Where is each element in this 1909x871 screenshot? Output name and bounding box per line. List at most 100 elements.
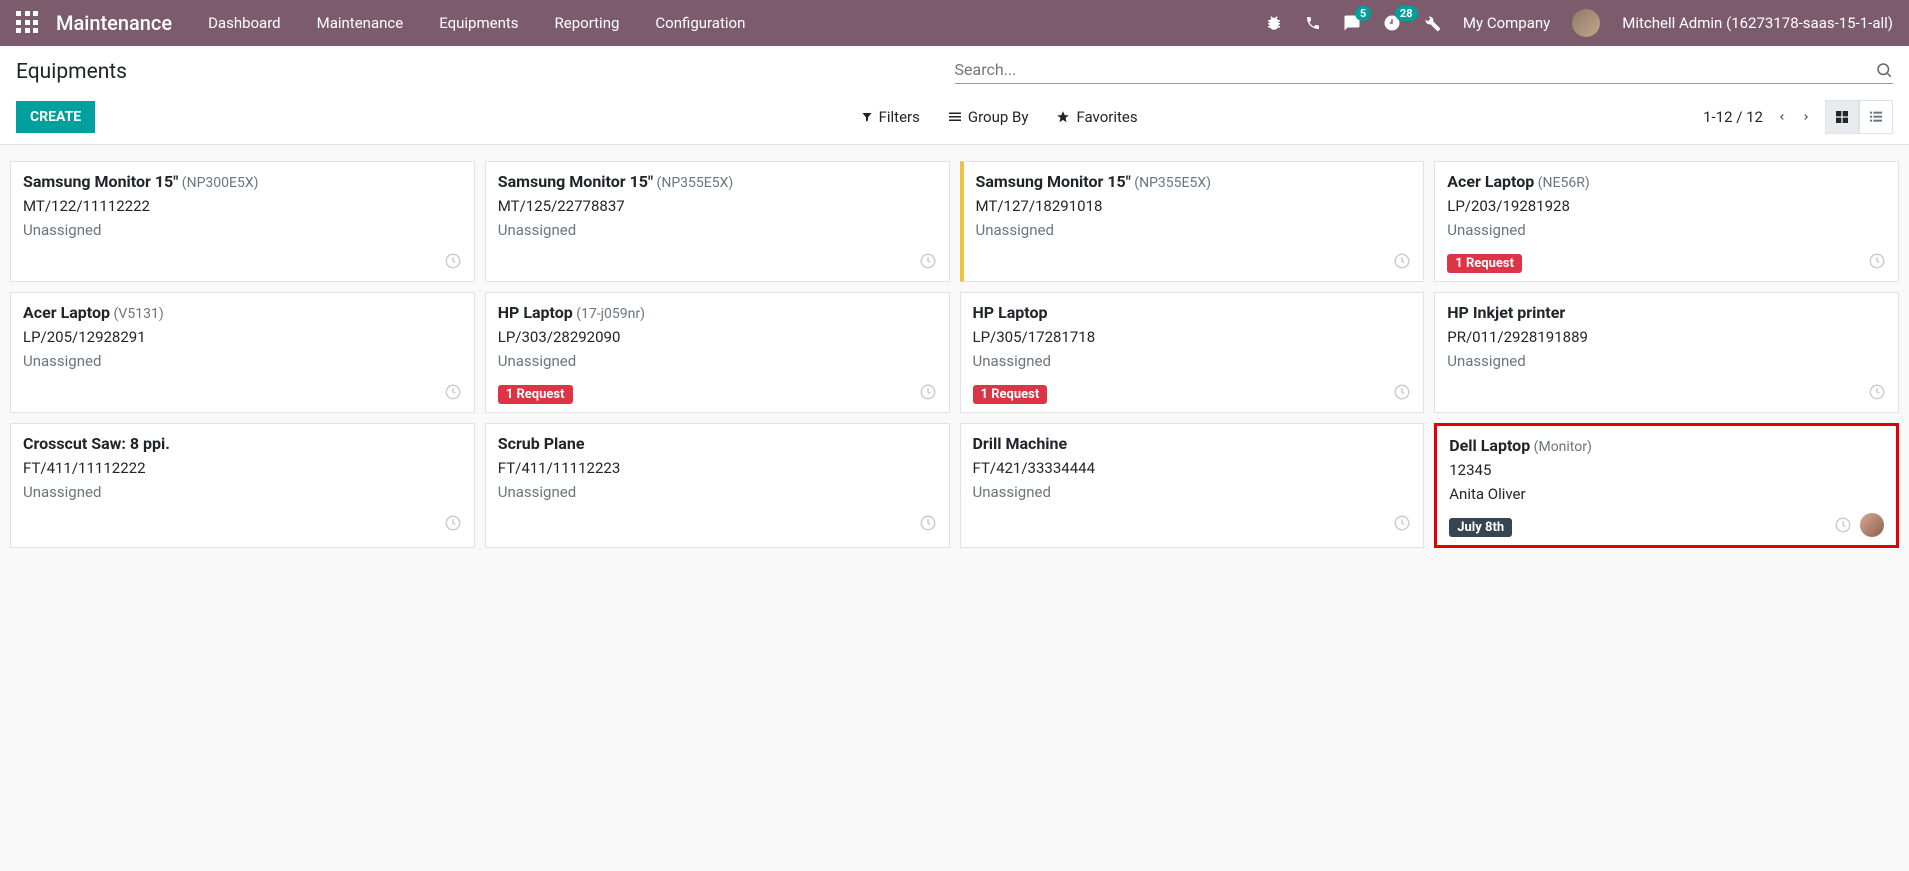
card-assignee: Unassigned (23, 221, 462, 239)
card-footer (498, 511, 937, 535)
activity-clock-icon[interactable] (1393, 252, 1411, 270)
card-title: HP Inkjet printer (1447, 303, 1886, 322)
activity-clock-icon[interactable] (444, 252, 462, 270)
page-title: Equipments (16, 60, 127, 84)
card-title: Acer Laptop (V5131) (23, 303, 462, 322)
card-title: Acer Laptop (NE56R) (1447, 172, 1886, 191)
funnel-icon (861, 111, 873, 123)
equipment-card[interactable]: Crosscut Saw: 8 ppi.FT/411/11112222Unass… (10, 423, 475, 548)
activity-clock-icon[interactable] (1393, 383, 1411, 401)
activity-clock-icon[interactable] (919, 252, 937, 270)
tools-icon[interactable] (1423, 14, 1441, 32)
list-icon (948, 111, 962, 123)
card-footer (23, 249, 462, 273)
equipment-card[interactable]: Drill Machine FT/421/33334444 Unassigned (960, 423, 1425, 548)
card-serial: LP/303/28292090 (498, 328, 937, 346)
nav-configuration[interactable]: Configuration (655, 14, 745, 32)
create-button[interactable]: CREATE (16, 101, 95, 133)
activity-clock-icon[interactable] (444, 383, 462, 401)
apps-menu-icon[interactable] (16, 11, 40, 35)
equipment-card[interactable]: HP Inkjet printer PR/011/2928191889 Unassi… (1434, 292, 1899, 413)
card-footer (498, 249, 937, 273)
card-serial: LP/205/12928291 (23, 328, 462, 346)
activity-clock-icon[interactable] (1868, 252, 1886, 270)
filters-menu[interactable]: Filters (861, 108, 920, 126)
activity-clock-icon[interactable] (919, 514, 937, 532)
card-assignee: Anita Oliver (1449, 485, 1884, 503)
activity-clock-icon[interactable] (1868, 383, 1886, 401)
list-view-button[interactable] (1859, 100, 1893, 134)
groupby-menu[interactable]: Group By (948, 108, 1029, 126)
card-serial: FT/421/33334444 (973, 459, 1412, 477)
equipment-card[interactable]: Acer Laptop (V5131)LP/205/12928291Unassi… (10, 292, 475, 413)
card-assignee: Unassigned (1447, 221, 1886, 239)
search-bar[interactable] (955, 60, 1894, 84)
card-footer (976, 249, 1412, 273)
pager-text: 1-12 / 12 (1703, 108, 1763, 126)
card-title: Drill Machine (973, 434, 1412, 453)
card-assignee: Unassigned (23, 483, 462, 501)
card-assignee: Unassigned (973, 483, 1412, 501)
view-switcher (1825, 100, 1893, 134)
activity-clock-icon[interactable] (1834, 516, 1852, 534)
card-serial: FT/411/11112222 (23, 459, 462, 477)
bug-icon[interactable] (1265, 14, 1283, 32)
card-footer: 1 Request (498, 380, 937, 404)
favorites-menu[interactable]: Favorites (1056, 108, 1137, 126)
card-serial: MT/127/18291018 (976, 197, 1412, 215)
card-title: HP Laptop (973, 303, 1412, 322)
equipment-card[interactable]: HP LaptopLP/305/17281718Unassigned1 Requ… (960, 292, 1425, 413)
card-serial: LP/305/17281718 (973, 328, 1412, 346)
user-menu[interactable]: Mitchell Admin (16273178-saas-15-1-all) (1622, 14, 1893, 32)
company-switcher[interactable]: My Company (1463, 14, 1550, 32)
activity-clock-icon[interactable] (919, 383, 937, 401)
card-assignee: Unassigned (498, 221, 937, 239)
card-title: Scrub Plane (498, 434, 937, 453)
card-title: Samsung Monitor 15" (NP300E5X) (23, 172, 462, 191)
nav-reporting[interactable]: Reporting (555, 14, 620, 32)
messages-badge: 5 (1355, 6, 1371, 21)
request-badge: 1 Request (498, 385, 573, 404)
nav-menu: Dashboard Maintenance Equipments Reporti… (208, 14, 1265, 32)
messages-icon[interactable]: 5 (1343, 14, 1361, 32)
card-serial: 12345 (1449, 461, 1884, 479)
card-footer (973, 511, 1412, 535)
card-title: Samsung Monitor 15" (NP355E5X) (976, 172, 1412, 191)
card-serial: MT/125/22778837 (498, 197, 937, 215)
card-title: Samsung Monitor 15" (NP355E5X) (498, 172, 937, 191)
user-avatar[interactable] (1572, 9, 1600, 37)
equipment-card[interactable]: HP Laptop (17-j059nr)LP/303/28292090Unas… (485, 292, 950, 413)
card-assignee: Unassigned (1447, 352, 1886, 370)
card-assignee: Unassigned (976, 221, 1412, 239)
request-badge: 1 Request (1447, 254, 1522, 273)
kanban-view-button[interactable] (1825, 100, 1859, 134)
pager-prev[interactable] (1777, 109, 1787, 125)
card-serial: LP/203/19281928 (1447, 197, 1886, 215)
card-footer (23, 511, 462, 535)
card-serial: PR/011/2928191889 (1447, 328, 1886, 346)
equipment-card[interactable]: Scrub PlaneFT/411/11112223Unassigned (485, 423, 950, 548)
app-brand[interactable]: Maintenance (56, 11, 172, 35)
kanban-grid: Samsung Monitor 15" (NP300E5X) MT/122/111… (0, 145, 1909, 564)
card-assignee: Unassigned (973, 352, 1412, 370)
search-input[interactable] (955, 60, 1876, 79)
activities-icon[interactable]: 28 (1383, 14, 1401, 32)
equipment-card[interactable]: Acer Laptop (NE56R) LP/203/19281928 Unassi… (1434, 161, 1899, 282)
activity-clock-icon[interactable] (1393, 514, 1411, 532)
nav-equipments[interactable]: Equipments (439, 14, 518, 32)
control-panel: Equipments CREATE Filters Group By Favor… (0, 46, 1909, 145)
card-footer: 1 Request (1447, 249, 1886, 273)
nav-dashboard[interactable]: Dashboard (208, 14, 281, 32)
activity-clock-icon[interactable] (444, 514, 462, 532)
equipment-card[interactable]: Samsung Monitor 15" (NP355E5X) MT/127/182… (960, 161, 1425, 282)
card-footer: July 8th (1449, 513, 1884, 537)
phone-icon[interactable] (1305, 15, 1321, 31)
search-icon[interactable] (1875, 61, 1893, 79)
equipment-card[interactable]: Samsung Monitor 15" (NP300E5X) MT/122/111… (10, 161, 475, 282)
equipment-card[interactable]: Samsung Monitor 15" (NP355E5X) MT/125/227… (485, 161, 950, 282)
card-serial: MT/122/11112222 (23, 197, 462, 215)
pager-next[interactable] (1801, 109, 1811, 125)
nav-maintenance[interactable]: Maintenance (317, 14, 404, 32)
main-navbar: Maintenance Dashboard Maintenance Equipm… (0, 0, 1909, 46)
equipment-card[interactable]: Dell Laptop (Monitor)12345Anita OliverJu… (1434, 423, 1899, 548)
